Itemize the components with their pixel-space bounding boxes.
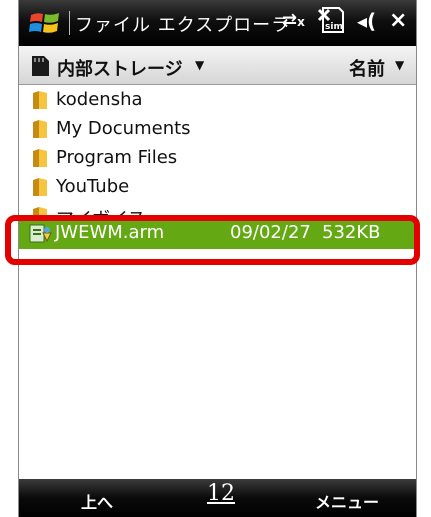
file-name: kodensha bbox=[56, 89, 143, 110]
file-name: マイボイス bbox=[56, 205, 145, 215]
file-date: 09/02/27 bbox=[230, 222, 311, 243]
sort-dropdown[interactable]: 名前 bbox=[349, 55, 385, 81]
title-separator bbox=[69, 11, 70, 35]
file-name: Program Files bbox=[56, 147, 178, 168]
list-item[interactable]: kodensha bbox=[19, 86, 416, 115]
title-bar: ファイル エクスプローラ ⇄x sim ◂( × bbox=[19, 0, 416, 46]
list-item[interactable]: マイボイス bbox=[19, 202, 416, 215]
screen: ファイル エクスプローラ ⇄x sim ◂( × 内部ストレージ ▼ 名前 ▼ … bbox=[18, 0, 417, 517]
connectivity-icon[interactable]: ⇄x bbox=[282, 10, 305, 40]
cab-file-icon bbox=[29, 224, 52, 243]
windows-logo[interactable] bbox=[29, 9, 61, 37]
chevron-down-icon[interactable]: ▼ bbox=[195, 58, 204, 72]
list-item[interactable]: My Documents bbox=[19, 115, 416, 144]
folder-icon bbox=[33, 178, 47, 196]
folder-icon bbox=[33, 91, 47, 109]
file-name: JWEWM.arm bbox=[55, 222, 165, 243]
volume-icon[interactable]: ◂( bbox=[357, 9, 376, 39]
menu-softkey[interactable]: メニュー bbox=[315, 489, 379, 513]
file-name: YouTube bbox=[56, 176, 130, 197]
selected-list-item[interactable]: JWEWM.arm 09/02/27 532KB bbox=[19, 218, 416, 249]
softkey-bar: 上へ 12 メニュー bbox=[19, 479, 416, 517]
close-button[interactable]: × bbox=[389, 8, 407, 38]
folder-icon bbox=[33, 149, 47, 167]
svg-text:sim: sim bbox=[325, 22, 343, 32]
list-item[interactable]: YouTube bbox=[19, 173, 416, 202]
up-softkey[interactable]: 上へ bbox=[81, 489, 113, 513]
keyboard-icon[interactable]: 12 bbox=[207, 481, 235, 506]
chevron-down-icon[interactable]: ▼ bbox=[395, 58, 404, 72]
file-name: My Documents bbox=[56, 118, 191, 139]
folder-icon bbox=[33, 207, 47, 215]
window-title: ファイル エクスプローラ bbox=[75, 15, 291, 36]
list-item[interactable]: Program Files bbox=[19, 144, 416, 173]
file-size: 532KB bbox=[322, 222, 381, 243]
no-sim-icon[interactable]: sim bbox=[317, 4, 347, 38]
location-dropdown[interactable]: 内部ストレージ bbox=[57, 55, 183, 81]
path-bar: 内部ストレージ ▼ 名前 ▼ bbox=[19, 46, 416, 85]
storage-card-icon bbox=[32, 56, 49, 76]
folder-icon bbox=[33, 120, 47, 138]
file-list: kodensha My Documents Program Files YouT… bbox=[19, 86, 416, 249]
